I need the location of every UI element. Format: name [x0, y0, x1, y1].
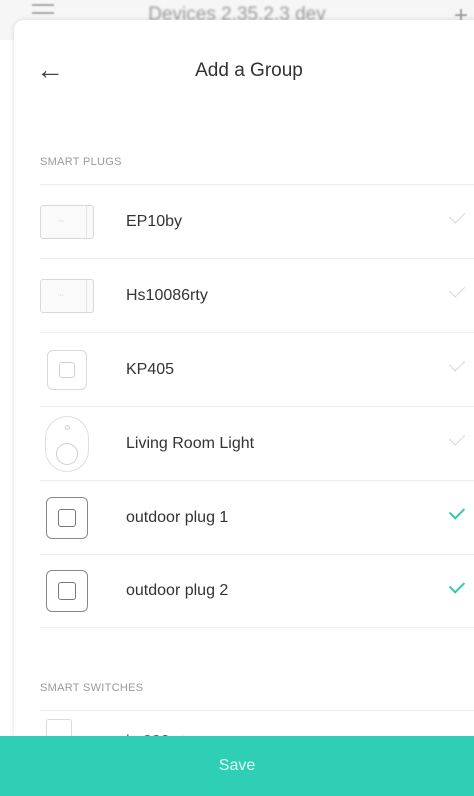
section-label-smart-plugs: SMART PLUGS	[40, 156, 122, 168]
add-group-sheet: ← Add a Group SMART PLUGS ‧‧ EP10by ‧‧ H…	[14, 20, 474, 796]
check-icon	[448, 429, 466, 446]
device-name: outdoor plug 2	[126, 582, 229, 599]
device-name: outdoor plug 1	[126, 508, 229, 526]
light-plug-icon	[40, 415, 94, 472]
device-name: KP405	[126, 360, 175, 378]
ep10-plug-icon: ‧‧	[40, 200, 94, 244]
smart-plugs-list: ‧‧ EP10by ‧‧ Hs10086rty KP405 Living Roo…	[40, 184, 474, 628]
device-name: Hs10086rty	[126, 286, 208, 304]
page-title: Add a Group	[195, 60, 303, 81]
outdoor-plug-icon	[40, 496, 94, 540]
check-selected-icon	[448, 577, 466, 594]
device-row-kp405[interactable]: KP405	[40, 332, 474, 406]
check-icon	[448, 207, 466, 224]
device-row-living-room-light[interactable]: Living Room Light	[40, 406, 474, 480]
device-row-ep10by[interactable]: ‧‧ EP10by	[40, 184, 474, 258]
outdoor-plug-icon	[40, 569, 94, 613]
check-icon	[448, 355, 466, 372]
device-row-outdoor-plug-1[interactable]: outdoor plug 1	[40, 480, 474, 554]
device-row-hs10086rty[interactable]: ‧‧ Hs10086rty	[40, 258, 474, 332]
check-icon	[448, 281, 466, 298]
save-button[interactable]: Save	[0, 736, 474, 796]
device-row-outdoor-plug-2[interactable]: outdoor plug 2	[40, 554, 474, 628]
section-label-smart-switches: SMART SWITCHES	[40, 682, 144, 694]
check-selected-icon	[448, 503, 466, 520]
kp405-plug-icon	[40, 348, 94, 392]
device-name: Living Room Light	[126, 434, 255, 452]
ep10-plug-icon: ‧‧	[40, 274, 94, 318]
sheet-header: ← Add a Group	[14, 20, 474, 120]
device-name: EP10by	[126, 212, 183, 230]
